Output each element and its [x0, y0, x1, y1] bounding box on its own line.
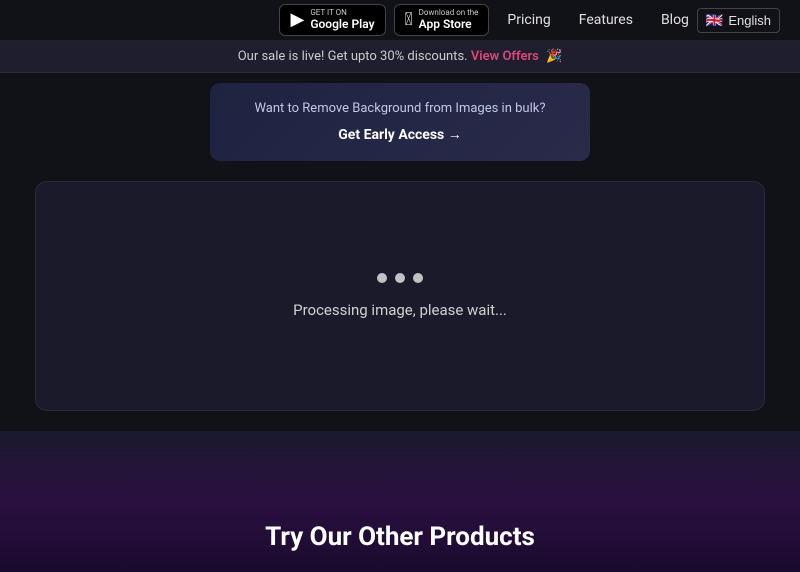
sale-text: Our sale is live! Get upto 30% discounts… — [238, 49, 468, 64]
dot-3 — [413, 273, 423, 283]
app-store-label: App Store — [419, 17, 479, 31]
top-nav: ▶ GET IT ON Google Play  Download on th… — [0, 0, 800, 41]
loading-dots — [377, 273, 423, 283]
flag-icon: 🇬🇧 — [706, 12, 723, 29]
google-play-label-small: GET IT ON — [310, 9, 374, 17]
apple-icon:  — [405, 9, 413, 30]
sale-banner: Our sale is live! Get upto 30% discounts… — [0, 41, 800, 73]
app-store-label-small: Download on the — [419, 9, 479, 17]
nav-pricing[interactable]: Pricing — [507, 12, 550, 28]
nav-features[interactable]: Features — [579, 12, 633, 28]
processing-text: Processing image, please wait... — [293, 301, 507, 319]
sale-emoji: 🎉 — [546, 49, 562, 64]
upload-section: Want to Remove Background from Images in… — [0, 73, 800, 161]
dot-2 — [395, 273, 405, 283]
google-play-badge[interactable]: ▶ GET IT ON Google Play — [279, 4, 385, 36]
early-access-button[interactable]: Get Early Access → — [338, 126, 461, 143]
language-label: English — [728, 13, 771, 28]
google-play-icon: ▶ — [290, 9, 304, 30]
processing-area: Processing image, please wait... — [0, 161, 800, 431]
upload-card-text: Want to Remove Background from Images in… — [234, 101, 566, 116]
nav-blog[interactable]: Blog — [661, 12, 689, 28]
google-play-label: Google Play — [310, 17, 374, 31]
dot-1 — [377, 273, 387, 283]
try-other-title: Try Our Other Products — [265, 522, 535, 552]
language-selector[interactable]: 🇬🇧 English — [697, 8, 780, 33]
view-offers-link[interactable]: View Offers — [471, 49, 539, 64]
nav-links: Pricing Features Blog — [507, 12, 689, 28]
app-store-badge[interactable]:  Download on the App Store — [394, 4, 490, 36]
processing-card: Processing image, please wait... — [35, 181, 765, 411]
upload-card: Want to Remove Background from Images in… — [210, 83, 590, 161]
bottom-section: Try Our Other Products — [0, 431, 800, 572]
